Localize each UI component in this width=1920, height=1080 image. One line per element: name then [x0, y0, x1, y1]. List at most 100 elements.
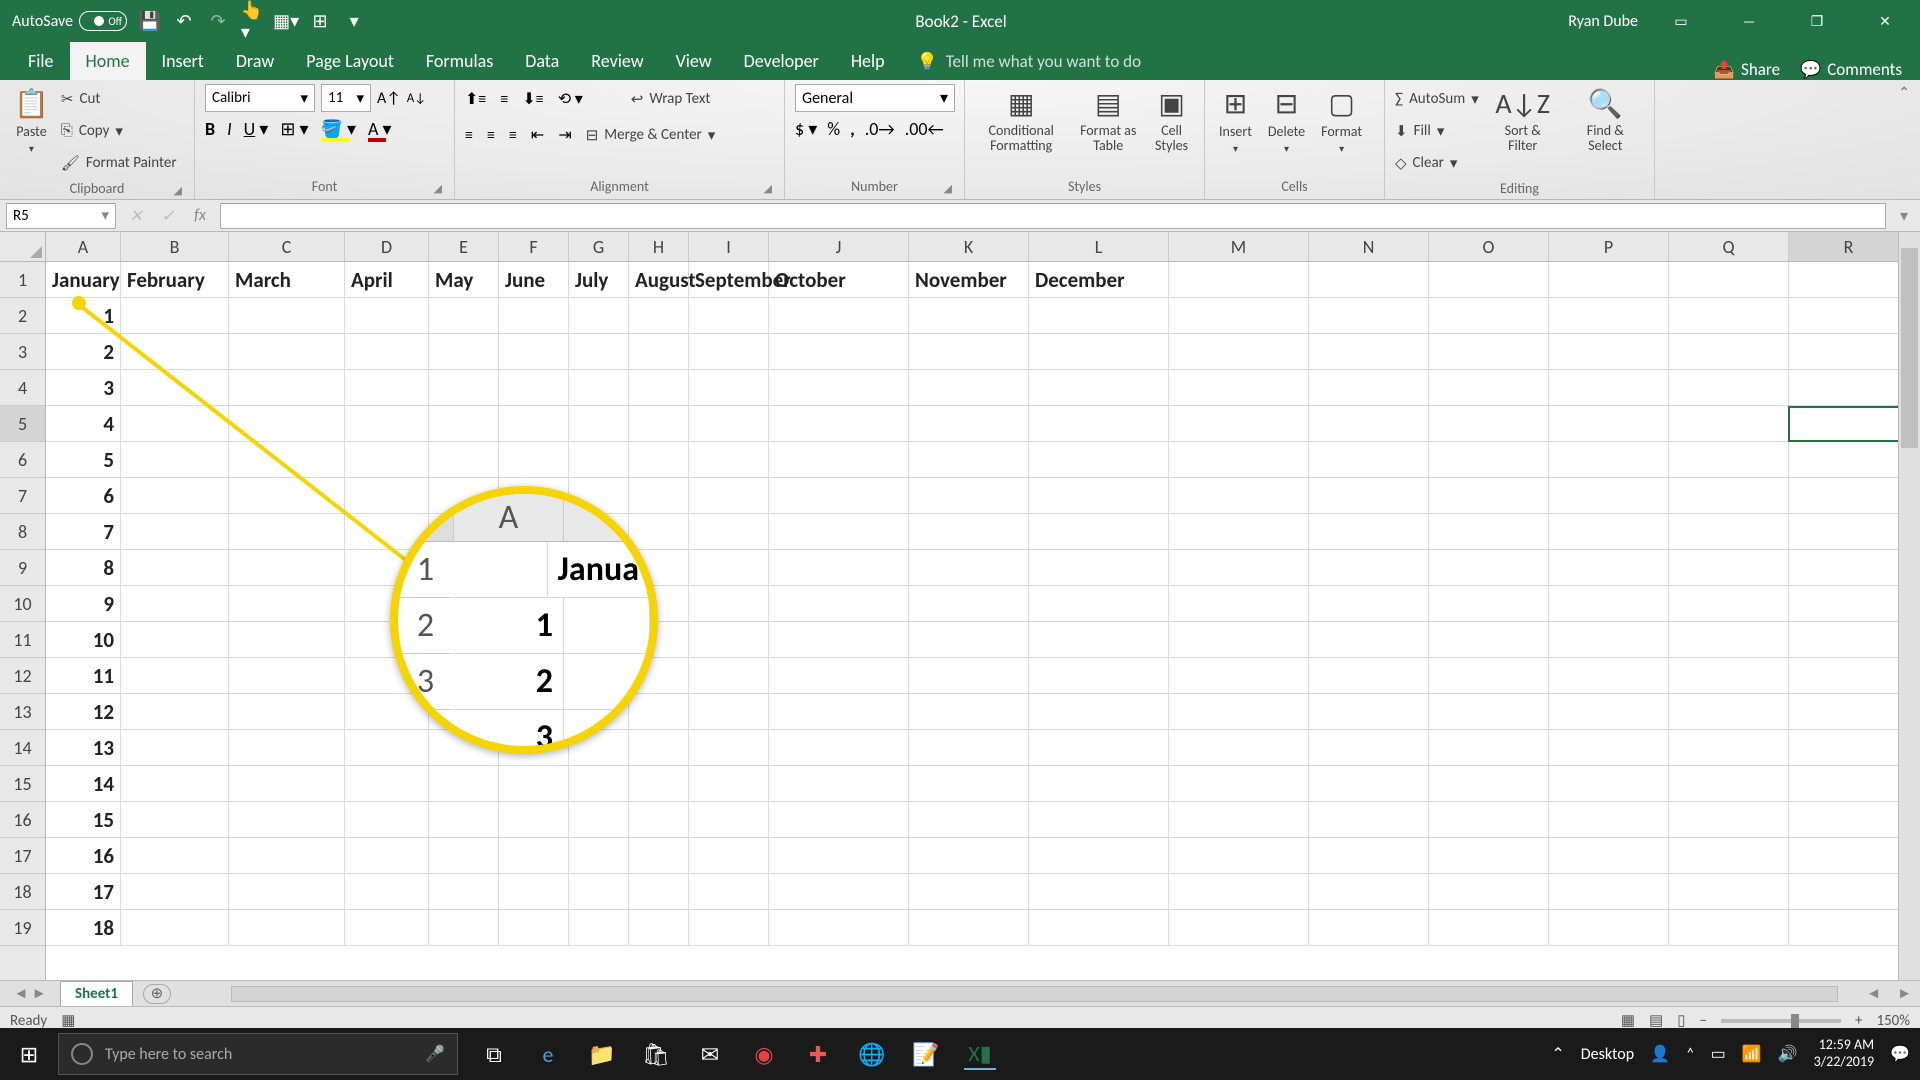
app-icon[interactable]: ◉	[748, 1038, 780, 1070]
cell[interactable]: 13	[46, 730, 121, 766]
cell[interactable]	[229, 910, 345, 946]
cell[interactable]	[345, 334, 429, 370]
notepad-icon[interactable]: 📝	[910, 1038, 942, 1070]
cell[interactable]	[121, 622, 229, 658]
cell[interactable]	[769, 694, 909, 730]
font-name-combo[interactable]: Calibri▾	[205, 84, 315, 112]
sheet-tab[interactable]: Sheet1	[60, 981, 133, 1006]
cell[interactable]	[569, 766, 629, 802]
tray-up-icon[interactable]: ˄	[1686, 1045, 1695, 1064]
cell[interactable]	[689, 550, 769, 586]
cell[interactable]	[1669, 334, 1789, 370]
cell[interactable]	[1789, 442, 1909, 478]
tell-me-search[interactable]: 💡 Tell me what you want to do	[901, 43, 1157, 80]
cell[interactable]	[1029, 550, 1169, 586]
cell[interactable]	[121, 586, 229, 622]
cell[interactable]	[1429, 370, 1549, 406]
cell[interactable]	[1309, 514, 1429, 550]
align-bottom-icon[interactable]: ⬇≡	[522, 89, 543, 109]
cell[interactable]	[1549, 802, 1669, 838]
cell[interactable]	[1309, 262, 1429, 298]
cell[interactable]	[1789, 298, 1909, 334]
cell[interactable]	[121, 298, 229, 334]
col-header[interactable]: G	[569, 232, 629, 261]
cell[interactable]	[1309, 478, 1429, 514]
cell[interactable]	[769, 838, 909, 874]
cell[interactable]	[909, 694, 1029, 730]
cell[interactable]	[429, 298, 499, 334]
tab-file[interactable]: File	[12, 42, 70, 80]
increase-font-icon[interactable]: A↑	[377, 89, 401, 108]
dialog-launcher-icon[interactable]: ◢	[944, 182, 952, 195]
cell[interactable]	[769, 730, 909, 766]
cell[interactable]	[1429, 334, 1549, 370]
cell[interactable]	[689, 910, 769, 946]
chrome-icon[interactable]: 🌐	[856, 1038, 888, 1070]
cell[interactable]	[909, 370, 1029, 406]
bold-button[interactable]: B	[205, 118, 215, 140]
cell[interactable]: 16	[46, 838, 121, 874]
cell[interactable]	[229, 766, 345, 802]
cell[interactable]	[1549, 478, 1669, 514]
cell[interactable]	[121, 802, 229, 838]
tray-overflow-icon[interactable]: ⌃	[1551, 1044, 1564, 1064]
cell[interactable]	[689, 298, 769, 334]
col-header[interactable]: J	[769, 232, 909, 261]
cell[interactable]	[1669, 298, 1789, 334]
tray-desktop-label[interactable]: Desktop	[1581, 1045, 1634, 1064]
qat-more-icon[interactable]: ▾	[343, 10, 365, 32]
cell[interactable]	[1789, 694, 1909, 730]
cell[interactable]	[1309, 406, 1429, 442]
col-header[interactable]: I	[689, 232, 769, 261]
tab-data[interactable]: Data	[509, 42, 575, 80]
cell[interactable]	[1669, 874, 1789, 910]
row-header[interactable]: 12	[0, 658, 45, 694]
cell[interactable]	[1549, 370, 1669, 406]
wrap-text-button[interactable]: ↩Wrap Text	[631, 84, 711, 114]
cell[interactable]	[1669, 514, 1789, 550]
copy-button[interactable]: ⎘Copy ▾	[61, 116, 177, 146]
tab-review[interactable]: Review	[575, 42, 659, 80]
cell[interactable]	[569, 874, 629, 910]
cell[interactable]: November	[909, 262, 1029, 298]
cell[interactable]: August	[629, 262, 689, 298]
tab-help[interactable]: Help	[835, 42, 901, 80]
notifications-icon[interactable]: 💬	[1890, 1044, 1910, 1064]
share-button[interactable]: 📤 Share	[1714, 59, 1780, 80]
cell[interactable]	[121, 514, 229, 550]
clear-button[interactable]: ◇Clear ▾	[1395, 148, 1479, 178]
touch-mode-icon[interactable]: 👆▾	[241, 10, 263, 32]
cell[interactable]	[499, 298, 569, 334]
cell[interactable]	[1029, 298, 1169, 334]
cell[interactable]: 5	[46, 442, 121, 478]
comments-button[interactable]: 💬 Comments	[1800, 59, 1902, 80]
qat-item-icon[interactable]: ▦▾	[275, 10, 297, 32]
cell[interactable]	[499, 766, 569, 802]
col-header[interactable]: O	[1429, 232, 1549, 261]
cell[interactable]: 3	[46, 370, 121, 406]
cell[interactable]	[1169, 442, 1309, 478]
cell[interactable]	[909, 766, 1029, 802]
cell[interactable]	[1429, 730, 1549, 766]
cell[interactable]	[1549, 622, 1669, 658]
orientation-icon[interactable]: ⟲ ▾	[558, 89, 583, 109]
cell[interactable]	[909, 406, 1029, 442]
cell[interactable]	[1309, 874, 1429, 910]
cell[interactable]	[229, 334, 345, 370]
col-header[interactable]: E	[429, 232, 499, 261]
cell[interactable]	[1309, 802, 1429, 838]
insert-cells-button[interactable]: ⊞Insert▾	[1215, 84, 1256, 157]
format-cells-button[interactable]: ▢Format▾	[1317, 84, 1366, 157]
cell[interactable]	[1789, 910, 1909, 946]
cell[interactable]	[345, 802, 429, 838]
cell[interactable]: 11	[46, 658, 121, 694]
clock[interactable]: 12:59 AM 3/22/2019	[1814, 1037, 1874, 1071]
cell[interactable]	[1549, 514, 1669, 550]
cell[interactable]	[909, 730, 1029, 766]
save-icon[interactable]: 💾	[139, 10, 161, 32]
conditional-formatting-button[interactable]: ▦Conditional Formatting	[975, 84, 1067, 156]
cell[interactable]	[1029, 586, 1169, 622]
cell[interactable]: 2	[46, 334, 121, 370]
row-header[interactable]: 16	[0, 802, 45, 838]
cell[interactable]: 17	[46, 874, 121, 910]
